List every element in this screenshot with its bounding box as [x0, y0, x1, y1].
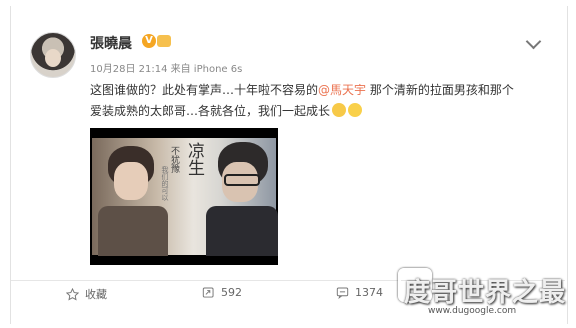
- post-text-3: 爱装成熟的太郎哥…各就各位，我们一起成长: [90, 104, 331, 118]
- post-meta: 10月28日 21:14 来自 iPhone 6s: [90, 64, 243, 75]
- repost-icon: [202, 287, 214, 298]
- comment-icon: [336, 287, 349, 299]
- grin-emoji-icon: [348, 103, 363, 117]
- favorite-button[interactable]: 收藏: [66, 286, 107, 302]
- star-icon: [66, 287, 79, 300]
- username[interactable]: 張曉晨: [90, 33, 132, 53]
- verified-badge-icon: V: [142, 34, 156, 48]
- image-title: 凉生: [184, 142, 204, 176]
- level-badge-icon: [157, 35, 171, 47]
- comment-count: 1374: [355, 286, 383, 299]
- image-caption: 我们的可以: [161, 166, 169, 201]
- comment-button[interactable]: 1374: [336, 286, 383, 299]
- post-text-2: 那个清新的拉面男孩和那个: [366, 83, 514, 97]
- post-image[interactable]: 凉生 不犹豫 我们的可以: [90, 128, 278, 265]
- watermark-url: www.dugoogle.com: [428, 306, 517, 316]
- repost-button[interactable]: 592: [202, 286, 242, 299]
- avatar[interactable]: [30, 32, 76, 78]
- post-content: 这图谁做的？此处有掌声…十年啦不容易的@馬天宇 那个清新的拉面男孩和那个 爱装成…: [90, 80, 530, 122]
- watermark-brand: 度哥世界之最: [404, 278, 567, 308]
- cry-emoji-icon: [332, 103, 347, 117]
- mention-link[interactable]: @馬天宇: [318, 83, 366, 97]
- repost-count: 592: [221, 286, 242, 299]
- post-text-1: 这图谁做的？此处有掌声…十年啦不容易的: [90, 83, 319, 97]
- favorite-label: 收藏: [85, 288, 107, 301]
